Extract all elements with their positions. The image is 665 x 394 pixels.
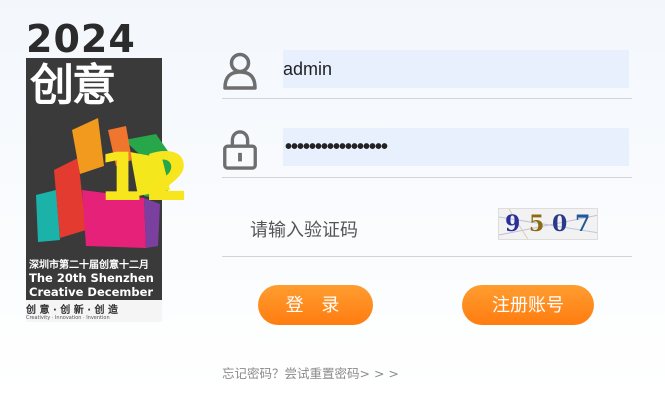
user-icon [223, 52, 257, 90]
poster-year: 2024 [26, 17, 136, 61]
captcha-row: 9 5 0 7 [222, 203, 632, 257]
poster-line-cn: 深圳市第二十届创意十二月 [29, 260, 149, 271]
lock-icon [223, 130, 257, 170]
poster-line-en1: The 20th Shenzhen [29, 271, 154, 285]
register-button[interactable]: 注册账号 [462, 285, 594, 325]
event-poster: 2024 创意 12 深圳市第二十届创意十二月 The 20th Shenzhe… [26, 17, 186, 322]
captcha-char: 5 [529, 211, 545, 237]
username-row [222, 46, 632, 99]
poster-line-en2: Creative December [29, 285, 154, 299]
captcha-char: 0 [552, 211, 568, 237]
poster-slogan-en: Creativity · Innovation · Invention [26, 315, 110, 321]
poster-numeral: 12 [98, 139, 186, 216]
password-input[interactable]: ••••••••••••••••• [283, 128, 629, 166]
login-button[interactable]: 登 录 [258, 285, 373, 325]
poster-slogan: 创 意 · 创 新 · 创 造 [26, 305, 118, 316]
username-input[interactable] [283, 50, 629, 88]
poster-numeral-graphic: 12 [36, 118, 186, 248]
captcha-char: 7 [575, 211, 591, 237]
forgot-password-link[interactable]: 忘记密码？尝试重置密码> > > [222, 363, 399, 382]
captcha-input[interactable] [248, 211, 502, 249]
password-row: ••••••••••••••••• [222, 124, 632, 178]
captcha-image[interactable]: 9 5 0 7 [498, 208, 598, 240]
captcha-char: 9 [505, 211, 521, 237]
